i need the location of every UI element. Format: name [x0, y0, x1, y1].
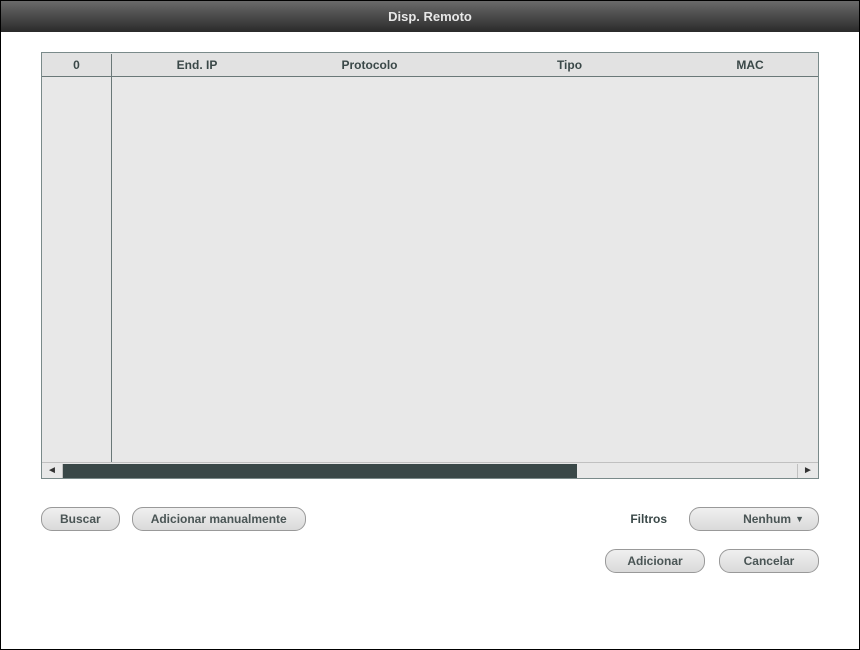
- column-header-count[interactable]: 0: [42, 54, 112, 76]
- table-body: [42, 77, 818, 462]
- scroll-track[interactable]: [62, 464, 798, 478]
- column-header-ip[interactable]: End. IP: [112, 54, 282, 76]
- scroll-left-arrow[interactable]: ◄: [42, 463, 62, 479]
- dialog-content: 0 End. IP Protocolo Tipo MAC ◄ ► Buscar …: [1, 32, 859, 649]
- add-manual-button[interactable]: Adicionar manualmente: [132, 507, 306, 531]
- action-row-2: Adicionar Cancelar: [41, 549, 819, 573]
- scroll-right-arrow[interactable]: ►: [798, 463, 818, 479]
- dialog-window: Disp. Remoto 0 End. IP Protocolo Tipo MA…: [0, 0, 860, 650]
- column-header-protocol[interactable]: Protocolo: [282, 54, 457, 76]
- action-row-1: Buscar Adicionar manualmente Filtros Nen…: [41, 507, 819, 531]
- filter-selected-value: Nenhum: [743, 512, 791, 526]
- table-index-column: [42, 77, 112, 462]
- add-button[interactable]: Adicionar: [605, 549, 705, 573]
- table-header-row: 0 End. IP Protocolo Tipo MAC: [42, 53, 818, 77]
- filter-dropdown[interactable]: Nenhum ▼: [689, 507, 819, 531]
- device-table: 0 End. IP Protocolo Tipo MAC ◄ ►: [41, 52, 819, 479]
- filter-label: Filtros: [630, 512, 667, 526]
- horizontal-scrollbar[interactable]: ◄ ►: [42, 462, 818, 478]
- cancel-button[interactable]: Cancelar: [719, 549, 819, 573]
- scroll-thumb[interactable]: [63, 464, 577, 478]
- window-titlebar: Disp. Remoto: [1, 1, 859, 32]
- column-header-type[interactable]: Tipo: [457, 54, 682, 76]
- chevron-down-icon: ▼: [795, 514, 804, 524]
- table-data-area: [112, 77, 818, 462]
- window-title: Disp. Remoto: [388, 9, 472, 24]
- column-header-mac[interactable]: MAC: [682, 54, 818, 76]
- search-button[interactable]: Buscar: [41, 507, 120, 531]
